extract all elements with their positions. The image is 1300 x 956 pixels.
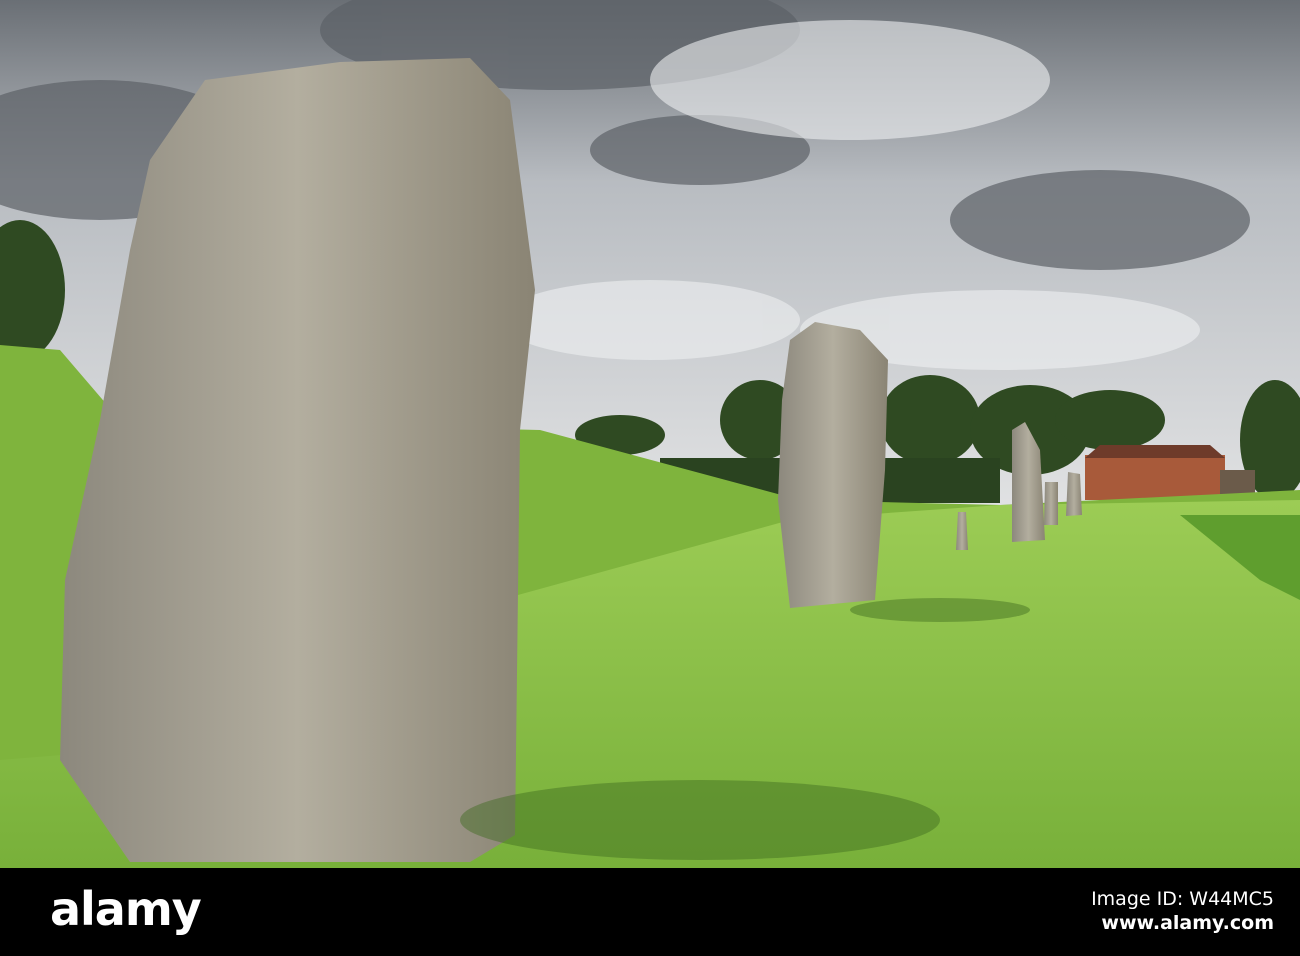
stone-small [956,512,968,550]
stone-far-2 [1044,482,1058,525]
watermark-url: www.alamy.com [1101,912,1274,934]
photo: alamy Image ID: W44MC5 www.alamy.com [0,0,1300,956]
image-id: Image ID: W44MC5 [1091,888,1274,910]
stone-far-3 [1066,472,1082,516]
stone-middle [778,322,888,608]
watermark-bar: alamy Image ID: W44MC5 www.alamy.com [0,868,1300,956]
watermark-logo: alamy [50,882,202,936]
scene-illustration [0,0,1300,868]
